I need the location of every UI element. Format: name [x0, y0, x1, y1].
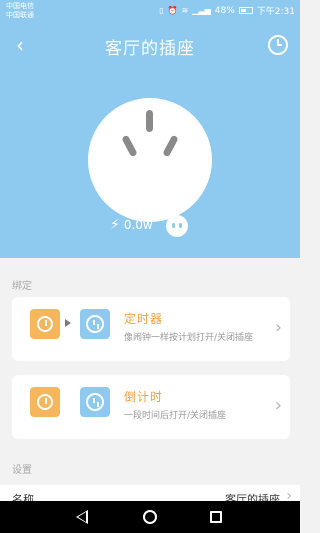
- recent-apps-icon[interactable]: [210, 511, 222, 523]
- timer-description: 像闹钟一样按计划打开/关闭插座: [124, 333, 254, 343]
- face-icon[interactable]: [166, 215, 188, 237]
- countdown-title: 倒计时: [124, 390, 164, 404]
- chevron-right-icon: ›: [274, 317, 282, 338]
- socket-icon: [86, 315, 104, 333]
- wifi-icon: ≋: [181, 5, 189, 15]
- power-reading: ⚡ 0.0w: [110, 218, 153, 232]
- socket-pin-right: [162, 134, 179, 158]
- timer-title: 定时器: [124, 312, 164, 326]
- status-indicators: ▯ ⏰ ≋ ▁▃▅ 48% 下午2:31: [159, 4, 295, 18]
- page-title: 客厅的插座: [105, 39, 195, 59]
- clock-icon[interactable]: [268, 35, 288, 55]
- signal-icon: ▁▃▅: [192, 5, 211, 15]
- alarm-icon: ⏰: [167, 5, 178, 15]
- socket-pin-left: [121, 134, 138, 158]
- binding-section-label: 绑定: [12, 281, 32, 292]
- system-navigation-bar: [0, 501, 300, 533]
- power-value: 0.0w: [123, 218, 153, 232]
- chevron-right-icon: ›: [274, 395, 282, 416]
- timer-card[interactable]: 定时器 像闹钟一样按计划打开/关闭插座 ›: [12, 297, 290, 361]
- status-time: 下午2:31: [256, 7, 295, 17]
- countdown-icon: [37, 394, 53, 410]
- countdown-tile: [30, 387, 60, 417]
- battery-icon: [238, 7, 253, 14]
- arrow-icon: [65, 319, 71, 327]
- vibrate-icon: ▯: [159, 5, 164, 15]
- timer-icon: [37, 316, 53, 332]
- battery-percent: 48%: [214, 5, 235, 16]
- socket-tile: [80, 387, 110, 417]
- back-triangle-icon[interactable]: [76, 510, 88, 524]
- carrier-1: 中国电信: [6, 2, 34, 10]
- carrier-labels: 中国电信 中国联通: [6, 2, 34, 20]
- carrier-2: 中国联通: [6, 11, 34, 19]
- timer-tile: [30, 309, 60, 339]
- socket-icon: [86, 393, 104, 411]
- settings-section-label: 设置: [12, 465, 32, 476]
- title-bar: ‹ 客厅的插座: [0, 28, 300, 62]
- countdown-description: 一段时间后打开/关闭插座: [124, 411, 227, 421]
- home-circle-icon[interactable]: [143, 510, 157, 524]
- status-bar: 中国电信 中国联通 ▯ ⏰ ≋ ▁▃▅ 48% 下午2:31: [0, 0, 300, 22]
- socket-pin-top: [146, 110, 153, 132]
- lightning-icon: ⚡: [110, 217, 120, 233]
- socket-tile: [80, 309, 110, 339]
- socket-toggle[interactable]: [88, 98, 212, 222]
- countdown-card[interactable]: 倒计时 一段时间后打开/关闭插座 ›: [12, 375, 290, 439]
